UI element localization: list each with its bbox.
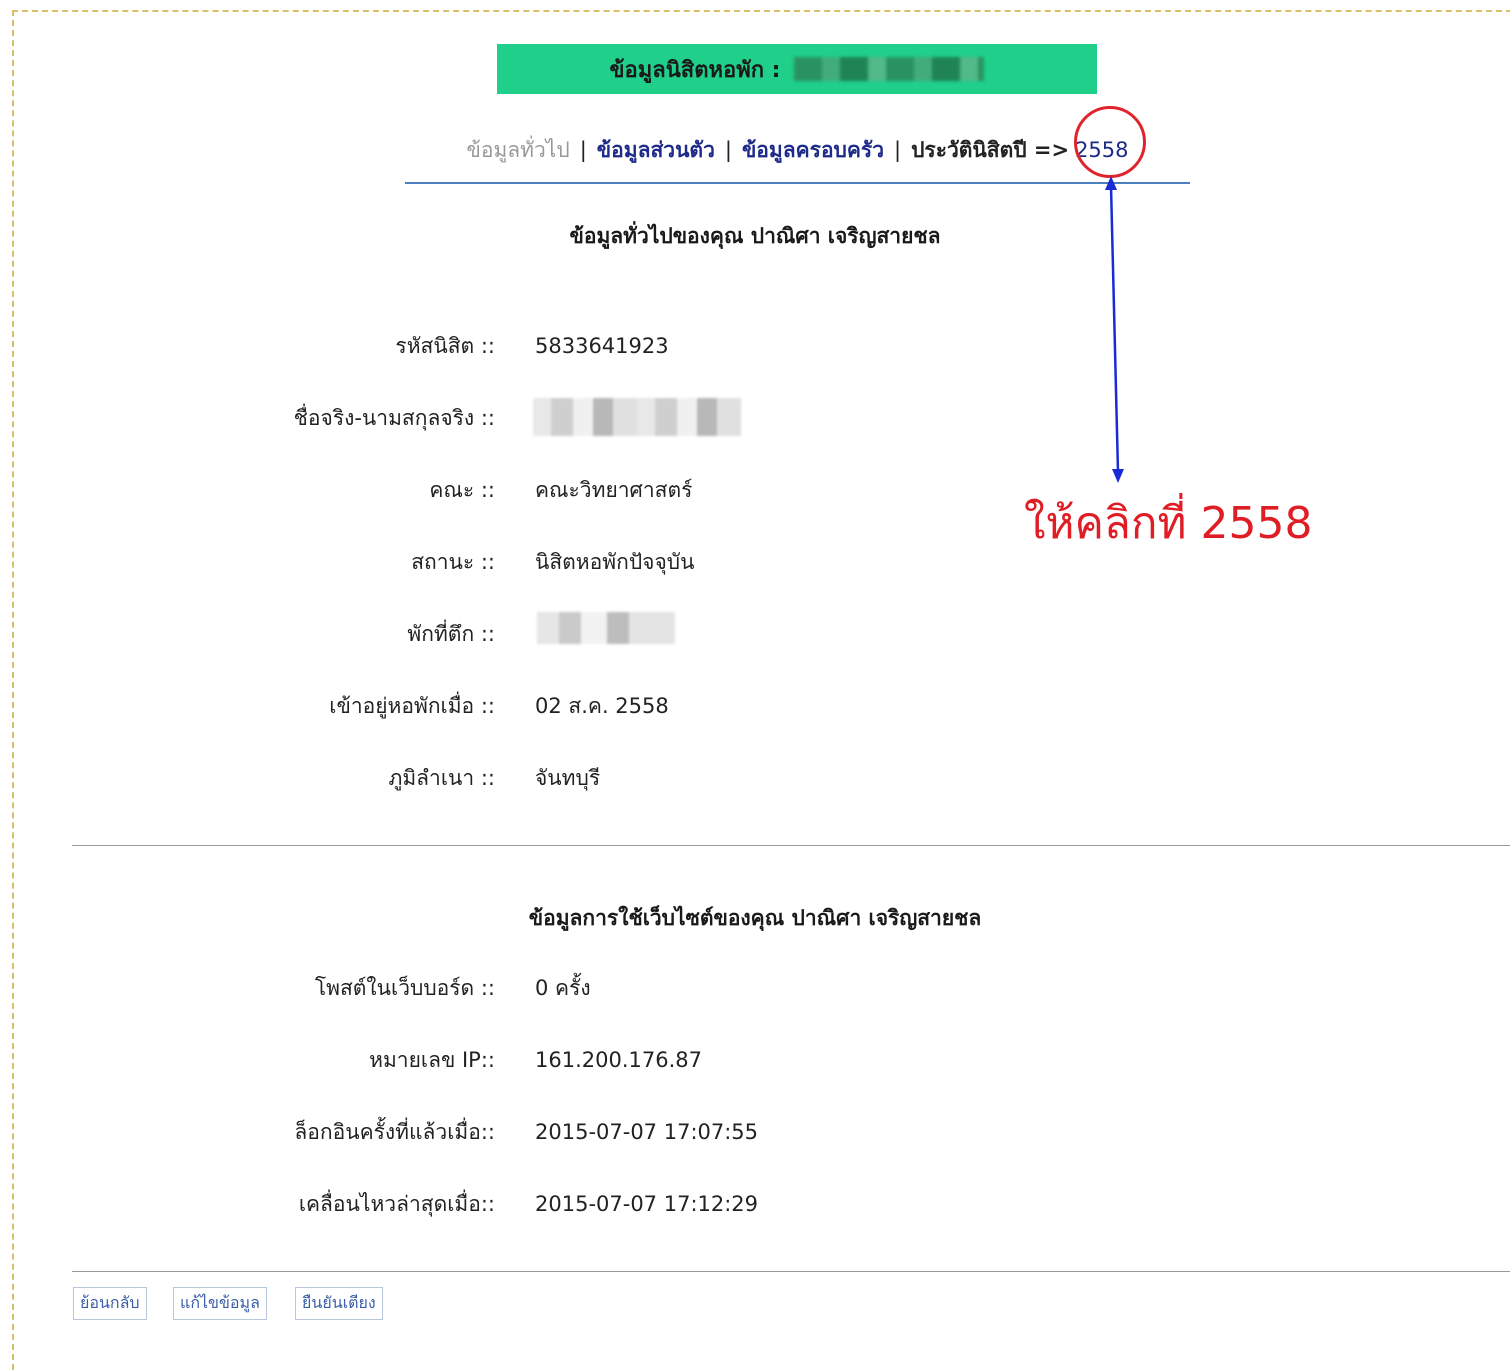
field-row: คณะ :: คณะวิทยาศาสตร์ — [0, 470, 1510, 510]
section-nav: ข้อมูลทั่วไป | ข้อมูลส่วนตัว | ข้อมูลครอ… — [405, 130, 1190, 170]
field-label: เคลื่อนไหวล่าสุดเมื่อ:: — [298, 1192, 495, 1216]
field-row: หมายเลข IP:: 161.200.176.87 — [0, 1040, 1510, 1080]
nav-history-label: ประวัตินิสิตปี => — [911, 137, 1070, 162]
edit-button[interactable]: แก้ไขข้อมูล — [173, 1287, 267, 1320]
field-label: ชื่อจริง-นามสกุลจริง :: — [293, 406, 495, 430]
field-row: เคลื่อนไหวล่าสุดเมื่อ:: 2015-07-07 17:12… — [0, 1184, 1510, 1224]
redacted-name — [794, 57, 985, 81]
general-section-title: ข้อมูลทั่วไปของคุณ ปาณิศา เจริญสายชล — [569, 224, 941, 248]
field-label: สถานะ :: — [411, 550, 495, 574]
footer-divider — [72, 1271, 1510, 1272]
nav-general: ข้อมูลทั่วไป — [466, 137, 570, 162]
banner-title: ข้อมูลนิสิตหอพัก : — [609, 57, 781, 83]
field-label: ภูมิลำเนา :: — [388, 766, 496, 790]
field-value: 2015-07-07 17:07:55 — [535, 1120, 759, 1144]
field-value: คณะวิทยาศาสตร์ — [535, 478, 693, 502]
nav-separator: | — [724, 138, 732, 162]
nav-separator: | — [894, 138, 902, 162]
field-value: 2015-07-07 17:12:29 — [535, 1192, 759, 1216]
confirm-bed-button[interactable]: ยืนยันเตียง — [295, 1287, 383, 1320]
nav-family-link[interactable]: ข้อมูลครอบครัว — [742, 134, 884, 167]
redacted-dorm-building — [537, 612, 675, 644]
back-button[interactable]: ย้อนกลับ — [73, 1287, 147, 1320]
field-value: 161.200.176.87 — [535, 1048, 702, 1072]
field-label: รหัสนิสิต :: — [395, 334, 495, 358]
field-label: หมายเลข IP:: — [369, 1048, 495, 1072]
field-row: ล็อกอินครั้งที่แล้วเมื่อ:: 2015-07-07 17… — [0, 1112, 1510, 1152]
field-label: พักที่ตึก :: — [407, 622, 495, 646]
field-value: 0 ครั้ง — [535, 976, 591, 1000]
field-row: ภูมิลำเนา :: จันทบุรี — [0, 758, 1510, 798]
field-value: นิสิตหอพักปัจจุบัน — [535, 550, 695, 574]
field-row: สถานะ :: นิสิตหอพักปัจจุบัน — [0, 542, 1510, 582]
highlight-circle — [1074, 106, 1146, 178]
field-label: โพสต์ในเว็บบอร์ด :: — [314, 976, 495, 1000]
nav-separator: | — [579, 138, 587, 162]
section-divider — [72, 845, 1510, 846]
field-value: 02 ส.ค. 2558 — [535, 694, 669, 718]
field-label: เข้าอยู่หอพักเมื่อ :: — [329, 694, 495, 718]
nav-personal-link[interactable]: ข้อมูลส่วนตัว — [597, 134, 715, 167]
field-label: ล็อกอินครั้งที่แล้วเมื่อ:: — [294, 1120, 495, 1144]
field-row: เข้าอยู่หอพักเมื่อ :: 02 ส.ค. 2558 — [0, 686, 1510, 726]
field-label: คณะ :: — [429, 478, 495, 502]
redacted-full-name — [533, 398, 741, 436]
field-value: 5833641923 — [535, 334, 669, 358]
field-row: พักที่ตึก :: — [0, 614, 1510, 654]
field-row: โพสต์ในเว็บบอร์ด :: 0 ครั้ง — [0, 968, 1510, 1008]
website-section-title: ข้อมูลการใช้เว็บไซต์ของคุณ ปาณิศา เจริญส… — [528, 906, 982, 930]
field-row: ชื่อจริง-นามสกุลจริง :: — [0, 398, 1510, 438]
field-row: รหัสนิสิต :: 5833641923 — [0, 326, 1510, 366]
field-value: จันทบุรี — [535, 766, 601, 790]
nav-underline — [405, 182, 1190, 184]
page-banner: ข้อมูลนิสิตหอพัก : — [497, 44, 1097, 94]
